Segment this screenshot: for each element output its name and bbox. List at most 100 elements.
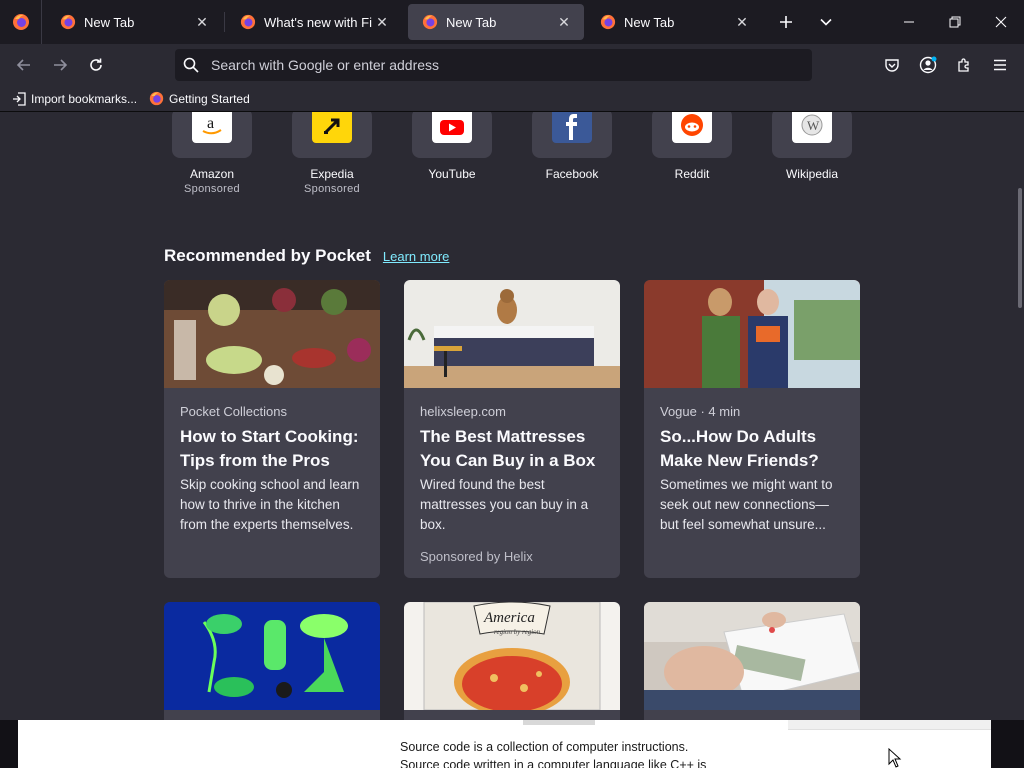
top-site-facebook[interactable]: Facebook (532, 112, 612, 181)
top-site-youtube[interactable]: YouTube (412, 112, 492, 181)
site-tile (652, 112, 732, 158)
card-title: The Best Mattresses You Can Buy in a Box (420, 427, 596, 470)
tab-title: New Tab (446, 14, 497, 30)
card-body: Pocket Collections How to Start Cooking:… (164, 388, 380, 535)
top-site-wikipedia[interactable]: W Wikipedia (772, 112, 852, 181)
overlay-text: Source code is a collection of computer … (400, 738, 706, 768)
site-tile (412, 112, 492, 158)
top-site-reddit[interactable]: Reddit (652, 112, 732, 181)
svg-text:a: a (207, 115, 214, 132)
tab-new-tab-active[interactable]: New Tab ✕ (408, 4, 584, 40)
mouse-cursor-icon (888, 748, 902, 768)
forward-button[interactable] (44, 49, 76, 81)
plus-icon (780, 16, 792, 28)
site-sponsored-label: Sponsored (184, 183, 240, 195)
amazon-icon: a (192, 112, 232, 143)
save-to-pocket-button[interactable] (876, 49, 908, 81)
reddit-icon (672, 112, 712, 143)
card-title: So...How Do Adults Make New Friends? (660, 427, 819, 470)
site-name: Expedia (310, 167, 354, 181)
learn-more-link[interactable]: Learn more (383, 249, 449, 264)
hamburger-icon (994, 59, 1006, 71)
close-icon[interactable]: ✕ (192, 12, 212, 32)
pocket-card-cooking[interactable]: Pocket Collections How to Start Cooking:… (164, 280, 380, 578)
firefox-icon (422, 14, 438, 30)
svg-text:W: W (807, 118, 820, 133)
url-bar[interactable]: Search with Google or enter address (175, 49, 812, 81)
card-title: How to Start Cooking: Tips from the Pros (180, 427, 359, 470)
top-site-expedia[interactable]: Expedia Sponsored (292, 112, 372, 195)
top-site-amazon[interactable]: a Amazon Sponsored (172, 112, 252, 195)
new-tab-page: a Amazon Sponsored Expedia Sponsored You… (0, 112, 1024, 720)
pocket-card-mattress[interactable]: helixsleep.com The Best Mattresses You C… (404, 280, 620, 578)
reload-button[interactable] (80, 49, 112, 81)
pocket-icon (885, 59, 899, 72)
firefox-icon (600, 14, 616, 30)
card-excerpt: Sometimes we might want to seek out new … (660, 477, 833, 532)
site-name: Amazon (189, 167, 235, 181)
tab-separator (224, 12, 225, 32)
url-placeholder: Search with Google or enter address (211, 57, 440, 73)
card-body: Vogue · 4 min So...How Do Adults Make Ne… (644, 388, 860, 535)
site-name: Wikipedia (785, 167, 839, 181)
tab-title: New Tab (84, 14, 135, 30)
extensions-button[interactable] (948, 49, 980, 81)
close-icon[interactable]: ✕ (732, 12, 752, 32)
tab-new-tab-4[interactable]: New Tab ✕ (586, 4, 762, 40)
card-thumbnail (644, 602, 860, 710)
new-tab-button[interactable] (770, 6, 802, 38)
import-icon (13, 91, 26, 106)
youtube-icon (432, 112, 472, 143)
close-icon[interactable]: ✕ (554, 12, 574, 32)
site-sponsored-label: Sponsored (304, 183, 360, 195)
pocket-header: Recommended by Pocket Learn more (164, 246, 449, 266)
card-source: Vogue · 4 min (660, 404, 741, 419)
minimize-button[interactable] (886, 0, 932, 44)
card-body: helixsleep.com The Best Mattresses You C… (404, 388, 620, 564)
site-name: Facebook (545, 167, 599, 181)
bookmark-label: Getting Started (169, 91, 250, 106)
firefox-icon (240, 14, 256, 30)
account-button[interactable] (912, 49, 944, 81)
pocket-card-money[interactable] (644, 602, 860, 720)
bookmark-getting-started[interactable]: Getting Started (143, 88, 256, 110)
card-source: Pocket Collections (180, 404, 287, 419)
top-sites: a Amazon Sponsored Expedia Sponsored You… (172, 112, 862, 198)
bookmark-import[interactable]: Import bookmarks... (6, 88, 143, 110)
close-icon[interactable]: ✕ (372, 12, 392, 32)
firefox-icon (12, 14, 29, 30)
bookmarks-toolbar: Import bookmarks... Getting Started (0, 86, 1024, 112)
restore-icon (949, 16, 961, 28)
tab-title: New Tab (624, 14, 675, 30)
tab-new-tab-1[interactable]: New Tab ✕ (46, 4, 222, 40)
tab-whats-new[interactable]: What's new with Firefo ✕ (226, 4, 402, 40)
site-tile: W (772, 112, 852, 158)
pocket-card-pizza[interactable]: America region by region (404, 602, 620, 720)
wikipedia-icon: W (792, 112, 832, 143)
card-thumbnail: America region by region (404, 602, 620, 710)
expedia-icon (312, 112, 352, 143)
card-thumbnail (644, 280, 860, 388)
back-button[interactable] (8, 49, 40, 81)
app-menu-button[interactable] (984, 49, 1016, 81)
page-scrollbar[interactable] (1018, 188, 1022, 308)
arrow-right-icon (54, 59, 68, 71)
firefox-view-button[interactable] (0, 0, 42, 44)
restore-button[interactable] (932, 0, 978, 44)
firefox-icon (149, 91, 164, 106)
card-thumbnail (164, 280, 380, 388)
facebook-icon (552, 112, 592, 143)
bookmark-label: Import bookmarks... (31, 91, 138, 106)
close-window-button[interactable] (978, 0, 1024, 44)
site-name: Reddit (674, 167, 710, 181)
navigation-toolbar: Search with Google or enter address (0, 44, 1024, 86)
list-all-tabs-button[interactable] (810, 6, 842, 38)
tab-title: What's new with Firefo (264, 14, 372, 30)
overlay-tab-indicator (523, 720, 595, 725)
minimize-icon (904, 21, 914, 23)
pocket-card-friends[interactable]: Vogue · 4 min So...How Do Adults Make Ne… (644, 280, 860, 578)
card-source: helixsleep.com (420, 404, 506, 419)
puzzle-icon (958, 58, 969, 72)
pocket-card-glass[interactable] (164, 602, 380, 720)
card-thumbnail (164, 602, 380, 710)
